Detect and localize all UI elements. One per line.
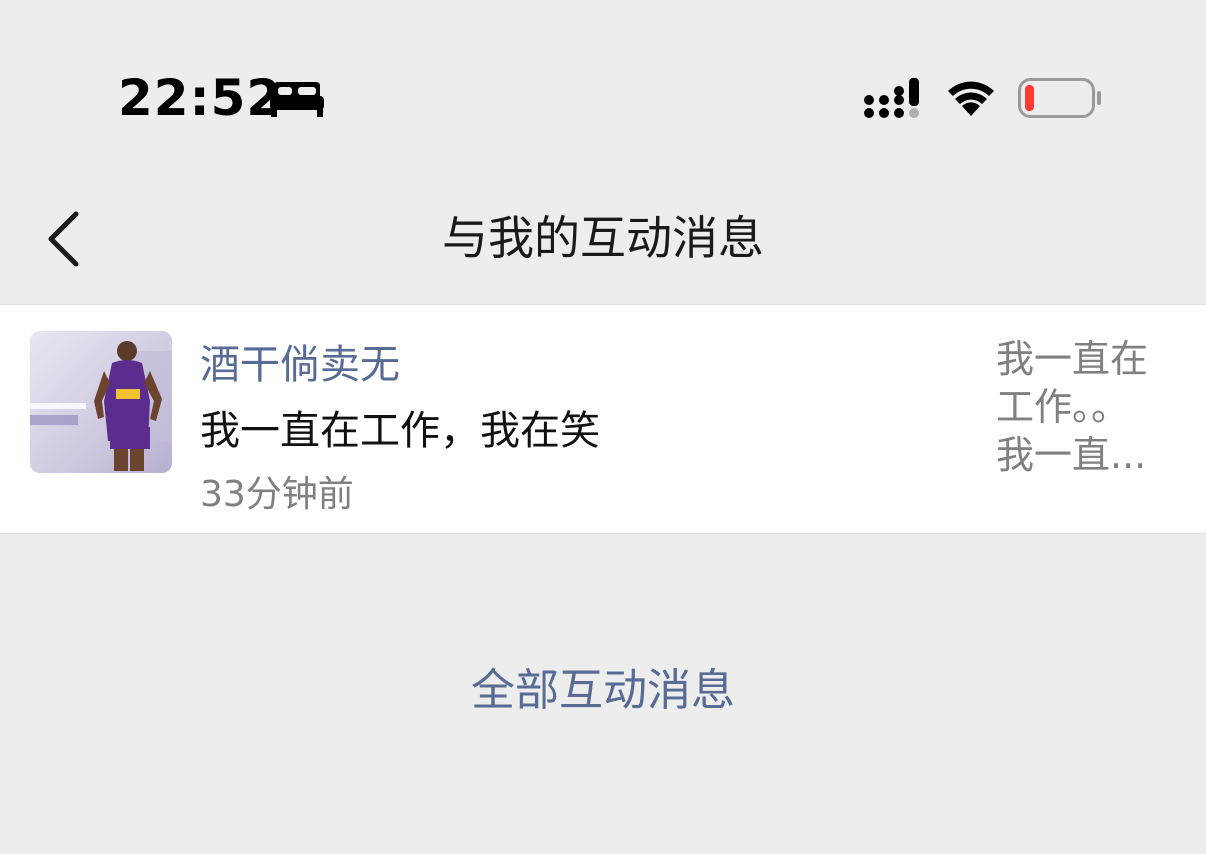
avatar-image: [30, 331, 172, 473]
page-title: 与我的互动消息: [442, 211, 764, 265]
preview-line: 我一直...: [996, 433, 1147, 477]
battery-low-icon: [1018, 78, 1101, 118]
preview-line: 我一直在: [996, 337, 1149, 381]
preview-line: 工作。。: [996, 385, 1130, 429]
message-list: 酒干倘卖无 我一直在工作，我在笑 33分钟前 我一直在 工作。。 我一直...: [0, 304, 1206, 534]
nav-bar: 与我的互动消息: [0, 190, 1206, 304]
bed-icon: [270, 82, 324, 117]
all-messages-link[interactable]: 全部互动消息: [0, 662, 1206, 720]
screen: 22:52 与我的互动消息 酒干倘卖无 我一直在工作，我在笑 33分钟前 我一直…: [0, 0, 1206, 854]
message-text: 我一直在工作，我在笑: [200, 408, 600, 454]
message-time: 33分钟前: [200, 474, 354, 515]
status-time: 22:52: [118, 69, 283, 127]
message-preview[interactable]: 我一直在 工作。。 我一直...: [996, 335, 1160, 479]
avatar[interactable]: [30, 331, 172, 473]
status-bar: 22:52: [0, 0, 1206, 190]
cellular-signal-icon: [864, 78, 919, 118]
sender-name[interactable]: 酒干倘卖无: [200, 341, 400, 389]
wifi-icon: [948, 81, 994, 116]
